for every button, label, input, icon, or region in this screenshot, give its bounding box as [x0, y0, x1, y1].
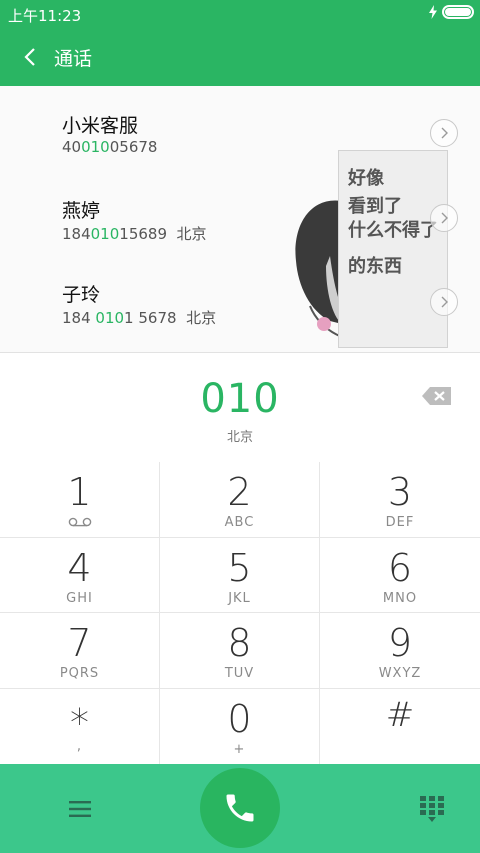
dial-entry: 010 北京 — [0, 354, 480, 462]
contact-item[interactable]: 小米客服 4001005678 — [0, 86, 480, 172]
contact-number: 184 0101 5678 北京 — [62, 309, 217, 327]
key-digit: 9 — [387, 621, 413, 665]
backspace-button[interactable] — [420, 384, 454, 408]
status-time: 上午11:23 — [8, 7, 82, 25]
contact-item[interactable]: 子玲 184 0101 5678 北京 — [0, 258, 480, 344]
menu-button[interactable] — [62, 794, 98, 824]
key-digit: 7 — [67, 621, 92, 665]
key-digit: 2 — [227, 470, 252, 514]
lightning-icon — [429, 5, 437, 19]
chevron-right-icon — [441, 127, 448, 139]
status-bar: 上午11:23 — [0, 0, 480, 28]
key-digit: 3 — [387, 470, 413, 514]
number-location: 北京 — [226, 430, 253, 445]
phone-icon — [226, 794, 254, 822]
dialpad: 1 2 ABC 3 DEF 4 GHI 5 JKL 6 MNO 7 PQRS 8… — [0, 462, 480, 764]
contact-name: 小米客服 — [62, 115, 139, 137]
chevron-left-icon — [24, 48, 35, 66]
key-letters: JKL — [228, 590, 251, 606]
key-9[interactable]: 9 WXYZ — [320, 613, 480, 689]
key-letters: GHI — [66, 590, 93, 606]
backspace-icon — [422, 387, 451, 405]
contact-name: 子玲 — [62, 284, 101, 306]
key-hash[interactable]: # — [320, 689, 480, 765]
key-7[interactable]: 7 PQRS — [0, 613, 160, 689]
key-star[interactable]: * , — [0, 688, 160, 764]
contact-number: 18401015689 北京 — [62, 225, 207, 243]
key-letters: PQRS — [59, 666, 100, 681]
key-letters: , — [76, 738, 83, 754]
menu-icon — [69, 801, 91, 817]
call-button[interactable] — [200, 768, 280, 848]
key-digit: # — [385, 694, 415, 735]
page-title: 通话 — [54, 48, 93, 70]
status-indicators — [428, 5, 474, 19]
contact-name: 燕婷 — [62, 200, 101, 222]
voicemail-icon — [68, 517, 92, 527]
bottom-bar — [0, 764, 480, 853]
chevron-right-icon — [441, 296, 448, 308]
dialed-number[interactable]: 010 — [0, 376, 480, 422]
key-letters: + — [233, 741, 246, 757]
back-button[interactable] — [14, 40, 46, 74]
chevron-right-icon — [441, 212, 448, 224]
battery-icon — [442, 5, 474, 19]
key-1[interactable]: 1 — [0, 462, 160, 538]
key-8[interactable]: 8 TUV — [160, 613, 320, 689]
contact-detail-button[interactable] — [430, 204, 458, 232]
key-digit: 1 — [67, 470, 92, 514]
key-6[interactable]: 6 MNO — [320, 538, 480, 613]
key-2[interactable]: 2 ABC — [160, 462, 320, 538]
contact-list: 好像 看到了 什么不得了 的东西 小米客服 4001005678 燕婷 1840… — [0, 86, 480, 353]
key-letters: WXYZ — [378, 666, 422, 681]
key-digit: 5 — [227, 545, 252, 590]
app-header: 通话 — [0, 28, 480, 86]
key-letters: MNO — [382, 590, 418, 606]
contact-detail-button[interactable] — [430, 288, 458, 316]
dialpad-toggle-button[interactable] — [412, 792, 452, 826]
contact-detail-button[interactable] — [430, 119, 458, 147]
key-0[interactable]: 0 + — [160, 688, 320, 764]
key-4[interactable]: 4 GHI — [0, 537, 160, 613]
contact-item[interactable]: 燕婷 18401015689 北京 — [0, 172, 480, 258]
key-digit: 4 — [67, 545, 92, 590]
key-digit: 6 — [387, 545, 413, 590]
key-5[interactable]: 5 JKL — [160, 537, 320, 613]
contact-number: 4001005678 — [62, 138, 158, 156]
dialpad-icon — [420, 796, 444, 822]
key-letters: TUV — [224, 666, 255, 681]
key-3[interactable]: 3 DEF — [320, 462, 480, 538]
key-letters: DEF — [385, 515, 415, 530]
key-digit: 8 — [227, 621, 252, 665]
key-letters: ABC — [224, 515, 255, 530]
key-digit: 0 — [227, 696, 252, 741]
